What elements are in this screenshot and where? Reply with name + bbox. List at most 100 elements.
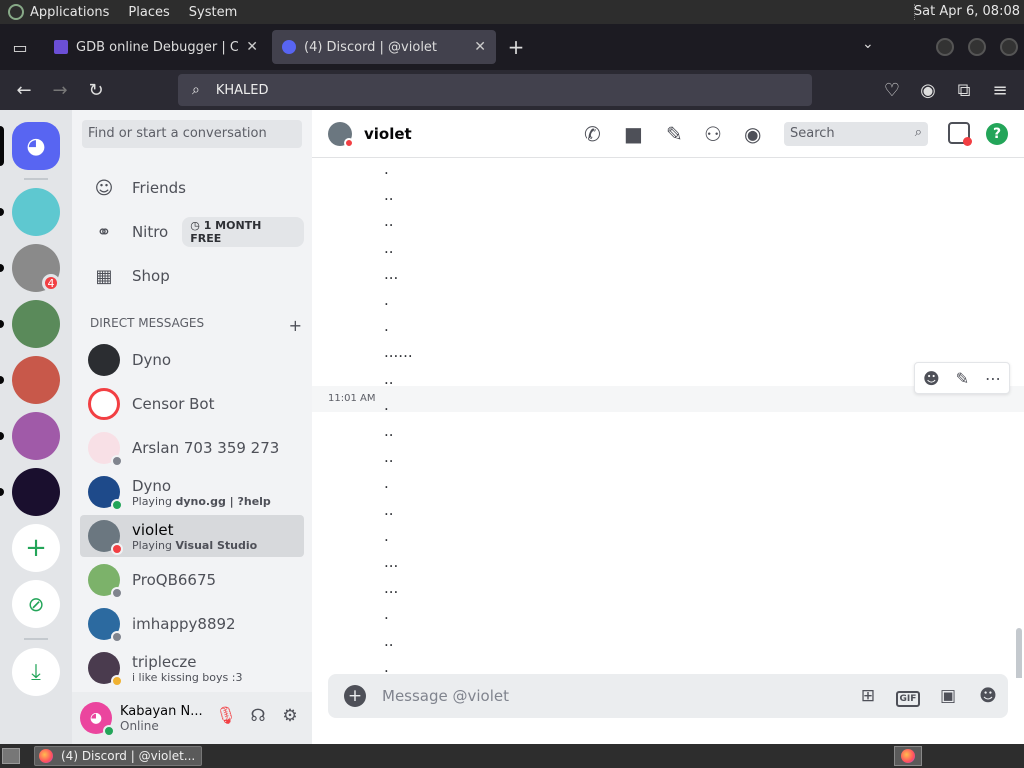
address-bar[interactable]: ⌕ KHALED [178, 74, 812, 106]
emoji-icon[interactable]: ☻ [968, 686, 1008, 706]
create-dm-plus-icon[interactable]: + [289, 316, 302, 335]
message-input[interactable]: Message @violet [382, 687, 848, 705]
headphones-icon[interactable]: ☊ [242, 706, 274, 726]
message-text: . [384, 474, 389, 493]
tab-gdb[interactable]: GDB online Debugger | Compiler - Code, C… [44, 30, 268, 64]
tab-discord[interactable]: (4) Discord | @violet ✕ [272, 30, 496, 64]
menu-applications[interactable]: Applications [30, 5, 109, 20]
maximize-button[interactable] [968, 38, 986, 56]
account-icon[interactable]: ◉ [910, 70, 946, 110]
taskbar-window-discord[interactable]: (4) Discord | @violet... [34, 746, 202, 766]
dm-item[interactable]: ProQB6675 [80, 559, 304, 601]
close-tab-icon[interactable]: ✕ [474, 39, 486, 55]
reload-icon[interactable]: ↻ [78, 70, 114, 110]
mention-badge: 4 [42, 274, 60, 292]
dm-item[interactable]: Arslan 703 359 273 [80, 427, 304, 469]
nav-label: Nitro [131, 223, 169, 241]
pinned-messages-icon[interactable]: ✎ [666, 122, 683, 146]
video-call-icon[interactable]: ■ [624, 122, 643, 146]
gift-icon[interactable]: ⊞ [848, 686, 888, 706]
pocket-icon[interactable]: ♡ [874, 70, 910, 110]
dm-item[interactable]: Dyno [80, 339, 304, 381]
add-reaction-icon[interactable]: ☻ [923, 369, 940, 388]
recipient-name[interactable]: violet [364, 125, 412, 143]
attach-plus-icon[interactable]: + [344, 685, 366, 707]
voice-call-icon[interactable]: ✆ [584, 122, 601, 146]
forward-arrow-icon[interactable]: → [42, 70, 78, 110]
server-icon[interactable] [12, 412, 60, 460]
more-options-icon[interactable]: ⋯ [985, 369, 1001, 388]
close-window-button[interactable] [1000, 38, 1018, 56]
add-server-icon[interactable]: + [12, 524, 60, 572]
mute-mic-icon[interactable]: 🎙︎ [210, 706, 242, 726]
dm-text: Dyno Playing dyno.gg | ?help [132, 477, 271, 508]
help-icon[interactable]: ? [986, 123, 1008, 145]
server-icon[interactable] [12, 188, 60, 236]
tab-overview-icon[interactable]: ▭ [0, 24, 40, 70]
explore-compass-icon[interactable]: ⊘ [12, 580, 60, 628]
back-arrow-icon[interactable]: ← [6, 70, 42, 110]
dm-avatar [88, 652, 123, 687]
sticker-icon[interactable]: ▣ [928, 686, 968, 706]
add-friends-to-dm-icon[interactable]: ⚇ [704, 122, 722, 146]
dm-name: Censor Bot [132, 395, 215, 413]
gif-button[interactable]: GIF [888, 686, 928, 707]
minimize-button[interactable] [936, 38, 954, 56]
inbox-icon[interactable] [948, 122, 972, 146]
user-name[interactable]: Kabayan N... [120, 704, 203, 719]
scrollbar[interactable] [1016, 628, 1022, 678]
tray-firefox[interactable] [894, 746, 922, 766]
dm-activity: Playing dyno.gg | ?help [132, 494, 271, 508]
extensions-icon[interactable]: ⧉ [946, 70, 982, 110]
dm-activity: i like kissing boys :3 [132, 670, 243, 684]
menu-system[interactable]: System [189, 5, 237, 20]
server-icon[interactable] [12, 300, 60, 348]
dm-item[interactable]: violet Playing Visual Studio [80, 515, 304, 557]
dm-item[interactable]: Dyno Playing dyno.gg | ?help [80, 471, 304, 513]
menu-places[interactable]: Places [128, 5, 169, 20]
list-tabs-chevron-down-icon[interactable]: ⌄ [862, 36, 874, 52]
clock[interactable]: Sat Apr 6, 08:08 [914, 4, 1020, 19]
dm-name: ProQB6675 [132, 571, 217, 589]
nav-shop[interactable]: ▦ Shop [80, 255, 304, 297]
nav-nitro[interactable]: ⚭ Nitro ◷ 1 MONTH FREE [80, 211, 304, 253]
dm-item[interactable]: Censor Bot [80, 383, 304, 425]
message-composer[interactable]: + Message @violet ⊞ GIF ▣ ☻ [328, 674, 1008, 718]
show-desktop-icon[interactable] [2, 748, 20, 764]
settings-gear-icon[interactable]: ⚙ [274, 706, 306, 726]
dm-text: imhappy8892 [132, 615, 236, 633]
new-tab-button[interactable]: + [496, 35, 536, 59]
nav-friends[interactable]: ☺ Friends [80, 167, 304, 209]
find-conversation-input[interactable]: Find or start a conversation [82, 120, 302, 148]
dm-item[interactable]: triplecze i like kissing boys :3 [80, 647, 304, 689]
download-icon[interactable]: ⤓ [12, 648, 60, 696]
unread-pill [0, 376, 4, 384]
dm-avatar [88, 520, 123, 555]
edit-message-icon[interactable]: ✎ [956, 369, 969, 388]
hamburger-menu-icon[interactable]: ≡ [982, 70, 1018, 110]
distro-logo-icon[interactable] [8, 4, 24, 20]
nitro-badge-text: 1 MONTH FREE [190, 219, 262, 245]
offline-status-icon [111, 455, 123, 467]
search-input[interactable]: Search ⌕ [784, 122, 928, 146]
unread-pill [0, 432, 4, 440]
dm-text: Dyno [132, 351, 171, 369]
server-icon[interactable] [12, 356, 60, 404]
dm-text: Arslan 703 359 273 [132, 439, 279, 457]
shop-icon: ▦ [95, 265, 113, 287]
dm-text: Censor Bot [132, 395, 215, 413]
unread-pill [0, 488, 4, 496]
user-avatar[interactable]: ◕ [80, 702, 115, 737]
browser-navbar: ← → ↻ ⌕ KHALED ♡ ◉ ⧉ ≡ [0, 70, 1024, 110]
dm-item[interactable]: imhappy8892 [80, 603, 304, 645]
server-icon[interactable] [12, 468, 60, 516]
close-tab-icon[interactable]: ✕ [246, 39, 258, 55]
nav-label: Friends [132, 179, 186, 197]
nitro-icon: ⚭ [96, 221, 112, 243]
discord-home-icon[interactable]: ◕ [12, 122, 60, 170]
dm-avatar [88, 344, 120, 376]
user-profile-icon[interactable]: ◉ [744, 122, 761, 146]
system-panel: Applications Places System Sat Apr 6, 08… [0, 0, 1024, 24]
firefox-icon [39, 749, 53, 763]
message-text: .. [384, 186, 394, 205]
